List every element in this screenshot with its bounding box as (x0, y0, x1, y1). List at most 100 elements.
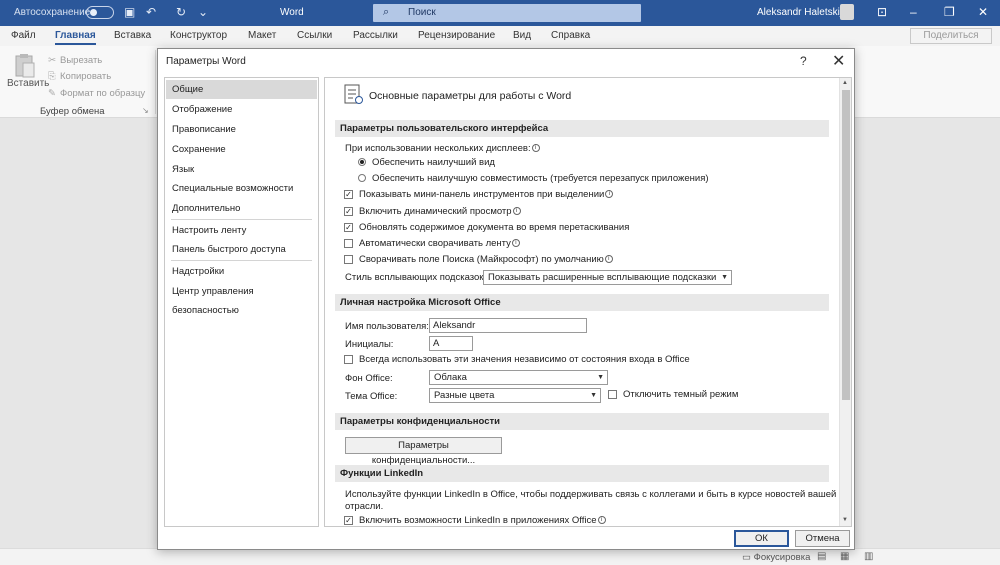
nav-item-trust-center[interactable]: Центр управления безопасностью (166, 282, 317, 316)
copy-button[interactable]: ⎘ Копировать (48, 71, 111, 82)
tab-file[interactable]: Файл (11, 30, 36, 41)
search-placeholder: Поиск (408, 7, 436, 18)
section-header-privacy: Параметры конфиденциальности (335, 413, 829, 430)
dark-mode-label[interactable]: Отключить темный режим (623, 389, 738, 400)
tab-references[interactable]: Ссылки (297, 30, 332, 41)
customize-quick-access-icon[interactable]: ⌄ (198, 5, 208, 19)
linkedin-enable-label[interactable]: Включить возможности LinkedIn в приложен… (359, 515, 606, 526)
paste-icon[interactable] (14, 53, 36, 79)
restore-icon[interactable]: ❐ (944, 5, 955, 19)
print-layout-icon[interactable]: ▦ (840, 551, 849, 562)
checkbox-mini-toolbar[interactable]: ✓ (344, 190, 353, 199)
radio-compatibility-label[interactable]: Обеспечить наилучшую совместимость (треб… (372, 173, 709, 184)
close-icon[interactable]: ✕ (832, 51, 845, 71)
minimize-icon[interactable]: – (910, 5, 917, 19)
redo-icon[interactable]: ↻ (176, 5, 186, 19)
nav-item-accessibility[interactable]: Специальные возможности (166, 179, 317, 198)
office-background-select[interactable]: Облака ▼ (429, 370, 608, 385)
tab-view[interactable]: Вид (513, 30, 531, 41)
tab-review[interactable]: Рецензирование (418, 30, 495, 41)
cut-button[interactable]: ✂ Вырезать (48, 55, 102, 66)
collapse-search-label[interactable]: Сворачивать поле Поиска (Майкрософт) по … (359, 254, 613, 265)
tab-layout[interactable]: Макет (248, 30, 276, 41)
checkbox-collapse-ribbon[interactable] (344, 239, 353, 248)
checkbox-linkedin[interactable]: ✓ (344, 516, 353, 525)
nav-item-addins[interactable]: Надстройки (166, 262, 317, 281)
avatar[interactable] (840, 4, 854, 20)
live-preview-label[interactable]: Включить динамический просмотр i (359, 206, 521, 217)
web-layout-icon[interactable]: ▥ (864, 551, 873, 562)
undo-icon[interactable]: ↶ (146, 5, 156, 19)
privacy-settings-button[interactable]: Параметры конфиденциальности... (345, 437, 502, 466)
chevron-down-icon: ▼ (590, 392, 597, 399)
autosave-toggle[interactable] (86, 6, 114, 19)
scrollbar-thumb[interactable] (842, 90, 850, 400)
office-theme-select[interactable]: Разные цвета ▼ (429, 388, 601, 403)
nav-item-language[interactable]: Язык (166, 160, 317, 179)
format-painter-button[interactable]: ✎ Формат по образцу (48, 88, 145, 99)
mini-toolbar-label[interactable]: Показывать мини-панель инструментов при … (359, 189, 614, 200)
radio-best-view-label[interactable]: Обеспечить наилучший вид (372, 157, 495, 168)
info-icon: i (605, 190, 614, 198)
ok-button[interactable]: ОК (734, 530, 789, 547)
section-header-linkedin: Функции LinkedIn (335, 465, 829, 482)
section-header-personal: Личная настройка Microsoft Office (335, 294, 829, 311)
chevron-down-icon: ▼ (597, 374, 604, 381)
user-name[interactable]: Aleksandr Haletskij (757, 7, 842, 18)
options-content: Основные параметры для работы с Word Пар… (324, 77, 852, 527)
question-icon[interactable]: ? (800, 54, 807, 68)
tab-mailings[interactable]: Рассылки (353, 30, 398, 41)
tab-help[interactable]: Справка (551, 30, 590, 41)
nav-item-advanced[interactable]: Дополнительно (166, 199, 317, 218)
checkbox-update-drag[interactable]: ✓ (344, 223, 353, 232)
nav-item-proofing[interactable]: Правописание (166, 120, 317, 139)
content-title: Основные параметры для работы с Word (369, 90, 572, 102)
checkbox-dark-mode[interactable] (608, 390, 617, 399)
search-icon: ⌕ (383, 6, 390, 18)
initials-label: Инициалы: (345, 339, 394, 350)
search-box[interactable]: ⌕ Поиск (373, 4, 641, 22)
share-button[interactable]: Поделиться (910, 28, 992, 44)
info-icon: i (597, 516, 606, 524)
paste-label[interactable]: Вставить (7, 78, 49, 89)
save-icon[interactable]: ▣ (124, 5, 135, 19)
focus-label: Фокусировка (753, 552, 811, 563)
update-drag-label[interactable]: Обновлять содержимое документа во время … (359, 222, 629, 233)
info-icon: i (531, 144, 540, 152)
tab-design[interactable]: Конструктор (170, 30, 227, 41)
tab-insert[interactable]: Вставка (114, 30, 151, 41)
collapse-ribbon-label[interactable]: Автоматически сворачивать ленту i (359, 238, 520, 249)
focus-mode-button[interactable]: ▭ Фокусировка (742, 552, 810, 563)
checkbox-always-use[interactable] (344, 355, 353, 364)
office-theme-value: Разные цвета (434, 390, 495, 401)
nav-item-save[interactable]: Сохранение (166, 140, 317, 159)
radio-compatibility[interactable] (358, 174, 366, 182)
office-background-value: Облака (434, 372, 467, 383)
ribbon-tabs: Файл Главная Вставка Конструктор Макет С… (0, 26, 1000, 46)
nav-item-general[interactable]: Общие (166, 80, 317, 99)
username-label: Имя пользователя: (345, 321, 429, 332)
nav-item-customize-ribbon[interactable]: Настроить ленту (166, 221, 317, 240)
checkbox-live-preview[interactable]: ✓ (344, 207, 353, 216)
read-mode-icon[interactable]: ▤ (817, 551, 826, 562)
username-field[interactable]: Aleksandr (429, 318, 587, 333)
nav-item-quick-access-toolbar[interactable]: Панель быстрого доступа (166, 240, 317, 259)
radio-best-view[interactable] (358, 158, 366, 166)
info-icon: i (604, 255, 613, 263)
ribbon-display-options-icon[interactable]: ⊡ (877, 5, 887, 19)
dialog-launcher-icon[interactable]: ↘ (142, 106, 149, 115)
scroll-up-icon[interactable]: ▲ (842, 80, 848, 86)
multi-display-label: При использовании нескольких дисплеев: i (345, 143, 540, 154)
initials-field[interactable]: A (429, 336, 473, 351)
chevron-down-icon: ▼ (721, 274, 728, 281)
window-close-icon[interactable]: ✕ (978, 5, 988, 19)
checkbox-collapse-search[interactable] (344, 255, 353, 264)
tooltip-style-select[interactable]: Показывать расширенные всплывающие подск… (483, 270, 732, 285)
tab-home[interactable]: Главная (55, 30, 96, 45)
scroll-down-icon[interactable]: ▼ (842, 517, 848, 523)
cancel-button[interactable]: Отмена (795, 530, 850, 547)
content-scrollbar[interactable]: ▲ ▼ (839, 78, 851, 526)
nav-item-display[interactable]: Отображение (166, 100, 317, 119)
autosave-label: Автосохранение (14, 7, 91, 18)
always-use-label[interactable]: Всегда использовать эти значения независ… (359, 354, 690, 365)
